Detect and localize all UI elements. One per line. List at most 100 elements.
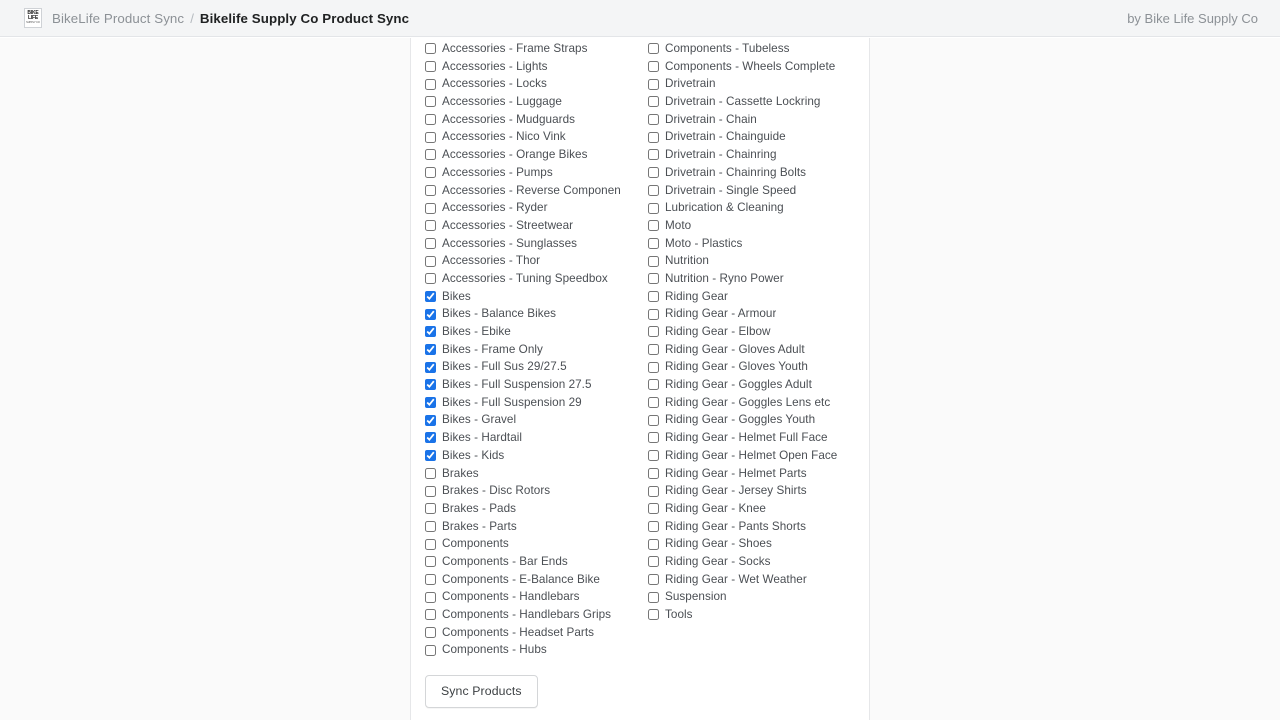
collection-checkbox-row[interactable]: Riding Gear - Helmet Open Face [648, 447, 841, 465]
collection-checkbox-row[interactable]: Brakes - Parts [425, 518, 626, 536]
collection-checkbox[interactable] [425, 344, 436, 356]
collection-checkbox[interactable] [648, 485, 659, 497]
collection-checkbox[interactable] [648, 538, 659, 550]
collection-checkbox-row[interactable]: Nutrition - Ryno Power [648, 270, 841, 288]
collection-checkbox[interactable] [425, 450, 436, 462]
collection-checkbox-row[interactable]: Drivetrain - Single Speed [648, 182, 841, 200]
collection-checkbox-row[interactable]: Accessories - Thor [425, 252, 626, 270]
collection-checkbox[interactable] [648, 131, 659, 143]
collection-checkbox-row[interactable]: Components - Bar Ends [425, 553, 626, 571]
collection-checkbox[interactable] [425, 290, 436, 302]
collection-checkbox[interactable] [425, 43, 436, 55]
collection-checkbox-row[interactable]: Accessories - Reverse Componen [425, 182, 626, 200]
collection-checkbox[interactable] [648, 167, 659, 179]
collection-checkbox[interactable] [425, 573, 436, 585]
sync-products-button[interactable]: Sync Products [425, 675, 538, 708]
collection-checkbox-row[interactable]: Bikes - Full Suspension 27.5 [425, 376, 626, 394]
collection-checkbox-row[interactable]: Components - Handlebars Grips [425, 606, 626, 624]
collection-checkbox-row[interactable]: Riding Gear - Wet Weather [648, 571, 841, 589]
collection-checkbox[interactable] [425, 326, 436, 338]
collection-checkbox[interactable] [648, 450, 659, 462]
collection-checkbox-row[interactable]: Riding Gear - Shoes [648, 535, 841, 553]
collection-checkbox[interactable] [648, 220, 659, 232]
collection-checkbox[interactable] [648, 432, 659, 444]
collection-checkbox[interactable] [425, 184, 436, 196]
collection-checkbox[interactable] [648, 43, 659, 55]
collection-checkbox-row[interactable]: Accessories - Nico Vink [425, 128, 626, 146]
collection-checkbox[interactable] [425, 397, 436, 409]
collection-checkbox[interactable] [425, 255, 436, 267]
collection-checkbox-row[interactable]: Drivetrain [648, 75, 841, 93]
collection-checkbox[interactable] [425, 503, 436, 515]
collection-checkbox-row[interactable]: Components - Hubs [425, 641, 626, 659]
collection-checkbox-row[interactable]: Accessories - Ryder [425, 199, 626, 217]
collection-checkbox-row[interactable]: Accessories - Mudguards [425, 111, 626, 129]
collection-checkbox-row[interactable]: Bikes [425, 288, 626, 306]
collection-checkbox-row[interactable]: Bikes - Kids [425, 447, 626, 465]
collection-checkbox[interactable] [425, 220, 436, 232]
collection-checkbox-row[interactable]: Riding Gear - Goggles Youth [648, 411, 841, 429]
collection-checkbox-row[interactable]: Bikes - Balance Bikes [425, 305, 626, 323]
collection-checkbox[interactable] [425, 485, 436, 497]
collection-checkbox-row[interactable]: Drivetrain - Chainring Bolts [648, 164, 841, 182]
collection-checkbox-row[interactable]: Lubrication & Cleaning [648, 199, 841, 217]
collection-checkbox[interactable] [648, 78, 659, 90]
collection-checkbox[interactable] [425, 520, 436, 532]
collection-checkbox[interactable] [425, 202, 436, 214]
collection-checkbox-row[interactable]: Riding Gear - Socks [648, 553, 841, 571]
collection-checkbox[interactable] [425, 237, 436, 249]
collection-checkbox[interactable] [648, 609, 659, 621]
collection-checkbox-row[interactable]: Bikes - Hardtail [425, 429, 626, 447]
collection-checkbox[interactable] [648, 344, 659, 356]
collection-checkbox-row[interactable]: Drivetrain - Chain [648, 111, 841, 129]
collection-checkbox-row[interactable]: Brakes [425, 465, 626, 483]
collection-checkbox-row[interactable]: Moto [648, 217, 841, 235]
collection-checkbox-row[interactable]: Components - Headset Parts [425, 624, 626, 642]
collection-checkbox-row[interactable]: Accessories - Pumps [425, 164, 626, 182]
collection-checkbox[interactable] [648, 573, 659, 585]
collection-checkbox[interactable] [648, 467, 659, 479]
collection-checkbox[interactable] [425, 361, 436, 373]
collection-checkbox[interactable] [648, 397, 659, 409]
collection-checkbox[interactable] [425, 78, 436, 90]
collection-checkbox[interactable] [648, 361, 659, 373]
collection-checkbox[interactable] [425, 609, 436, 621]
collection-checkbox[interactable] [425, 414, 436, 426]
collection-checkbox[interactable] [648, 184, 659, 196]
collection-checkbox-row[interactable]: Bikes - Frame Only [425, 341, 626, 359]
collection-checkbox-row[interactable]: Drivetrain - Cassette Lockring [648, 93, 841, 111]
collection-checkbox-row[interactable]: Riding Gear - Gloves Adult [648, 341, 841, 359]
collection-checkbox-row[interactable]: Riding Gear - Knee [648, 500, 841, 518]
collection-checkbox[interactable] [648, 591, 659, 603]
collection-checkbox-row[interactable]: Brakes - Pads [425, 500, 626, 518]
collection-checkbox-row[interactable]: Accessories - Locks [425, 75, 626, 93]
collection-checkbox[interactable] [648, 255, 659, 267]
collection-checkbox-row[interactable]: Riding Gear - Helmet Parts [648, 465, 841, 483]
collection-checkbox-row[interactable]: Components - Handlebars [425, 588, 626, 606]
collection-checkbox-row[interactable]: Suspension [648, 588, 841, 606]
collection-checkbox[interactable] [425, 149, 436, 161]
collection-checkbox[interactable] [425, 61, 436, 73]
collection-checkbox-row[interactable]: Riding Gear - Goggles Adult [648, 376, 841, 394]
collection-checkbox[interactable] [648, 290, 659, 302]
collection-checkbox-row[interactable]: Accessories - Lights [425, 58, 626, 76]
collection-checkbox[interactable] [425, 556, 436, 568]
collection-checkbox-row[interactable]: Moto - Plastics [648, 235, 841, 253]
collection-checkbox-row[interactable]: Riding Gear - Gloves Youth [648, 358, 841, 376]
collection-checkbox[interactable] [648, 237, 659, 249]
collection-checkbox[interactable] [648, 114, 659, 126]
collection-checkbox-row[interactable]: Components - Wheels Complete [648, 58, 841, 76]
collection-checkbox[interactable] [425, 432, 436, 444]
collection-checkbox-row[interactable]: Riding Gear - Helmet Full Face [648, 429, 841, 447]
collection-checkbox[interactable] [425, 591, 436, 603]
collection-checkbox-row[interactable]: Bikes - Full Suspension 29 [425, 394, 626, 412]
collection-checkbox-row[interactable]: Riding Gear - Armour [648, 305, 841, 323]
collection-checkbox-row[interactable]: Accessories - Frame Straps [425, 40, 626, 58]
collection-checkbox-row[interactable]: Brakes - Disc Rotors [425, 482, 626, 500]
collection-checkbox[interactable] [648, 96, 659, 108]
collection-checkbox[interactable] [425, 627, 436, 639]
collection-checkbox[interactable] [648, 149, 659, 161]
collection-checkbox[interactable] [425, 273, 436, 285]
collection-checkbox-row[interactable]: Riding Gear [648, 288, 841, 306]
collection-checkbox[interactable] [425, 114, 436, 126]
